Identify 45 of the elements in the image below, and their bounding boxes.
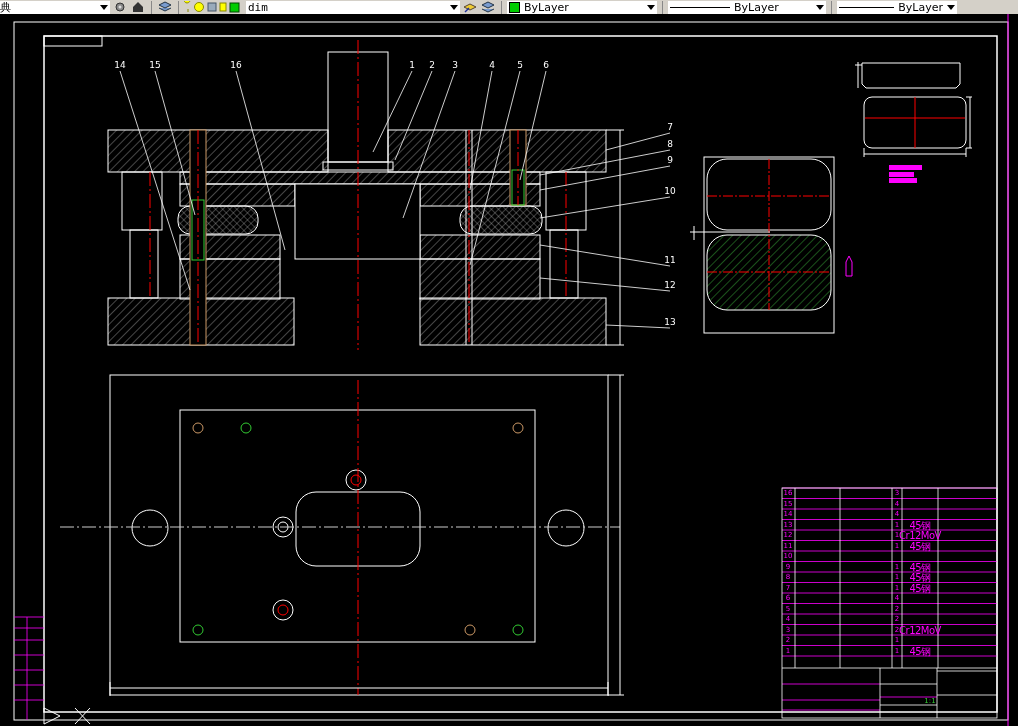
caret-icon — [947, 4, 955, 10]
note-bar — [889, 165, 922, 170]
part-number-label: 8 — [667, 139, 673, 149]
part-number-label: 16 — [230, 60, 242, 70]
color-dropdown[interactable]: ByLayer — [507, 0, 657, 14]
caret-icon — [100, 4, 108, 10]
table-cell: Cr12MoV — [899, 624, 941, 636]
layers-icon[interactable] — [157, 1, 173, 13]
frame-tab — [43, 35, 103, 47]
house-icon[interactable] — [130, 1, 146, 13]
layers-icon[interactable] — [480, 1, 496, 13]
linetype-dropdown[interactable]: ByLayer — [668, 0, 826, 14]
caret-icon — [647, 4, 655, 10]
lineweight-dropdown[interactable]: ByLayer — [837, 0, 957, 14]
caret-icon — [450, 4, 458, 10]
line-sample-icon — [670, 6, 730, 8]
part-number-label: 4 — [489, 60, 495, 70]
part-number-label: 7 — [667, 122, 673, 132]
part-number-label: 1 — [409, 60, 415, 70]
table-cell: 45钢 — [909, 572, 931, 583]
part-number-label: 12 — [664, 280, 676, 290]
table-cell: 45钢 — [909, 540, 931, 552]
part-number-label: 5 — [517, 60, 523, 70]
table-cell: Cr12MoV — [899, 530, 941, 541]
part-number-label: 9 — [667, 155, 673, 165]
part-number-label: 10 — [664, 186, 676, 196]
ucs-icon — [43, 707, 91, 725]
table-cell: 45钢 — [909, 582, 931, 594]
table-cell: 45钢 — [909, 561, 931, 573]
layer-dropdown[interactable]: dim — [246, 0, 460, 14]
gear-icon[interactable] — [112, 1, 128, 13]
part-number-label: 2 — [429, 60, 435, 70]
line-sample-icon — [839, 6, 895, 8]
layers-icon[interactable] — [462, 1, 478, 13]
part-number-label: 15 — [149, 60, 161, 70]
part-number-label: 3 — [452, 60, 458, 70]
leader-line — [605, 324, 671, 329]
workspace-dropdown[interactable]: 典 — [0, 0, 110, 14]
part-number-label: 11 — [664, 255, 676, 265]
part-number-label: 14 — [114, 60, 126, 70]
table-cell: 45钢 — [909, 519, 931, 531]
table-cell: 45钢 — [909, 645, 931, 657]
part-number-label: 6 — [543, 60, 549, 70]
caret-icon — [816, 4, 824, 10]
part-number-label: 13 — [664, 317, 676, 327]
